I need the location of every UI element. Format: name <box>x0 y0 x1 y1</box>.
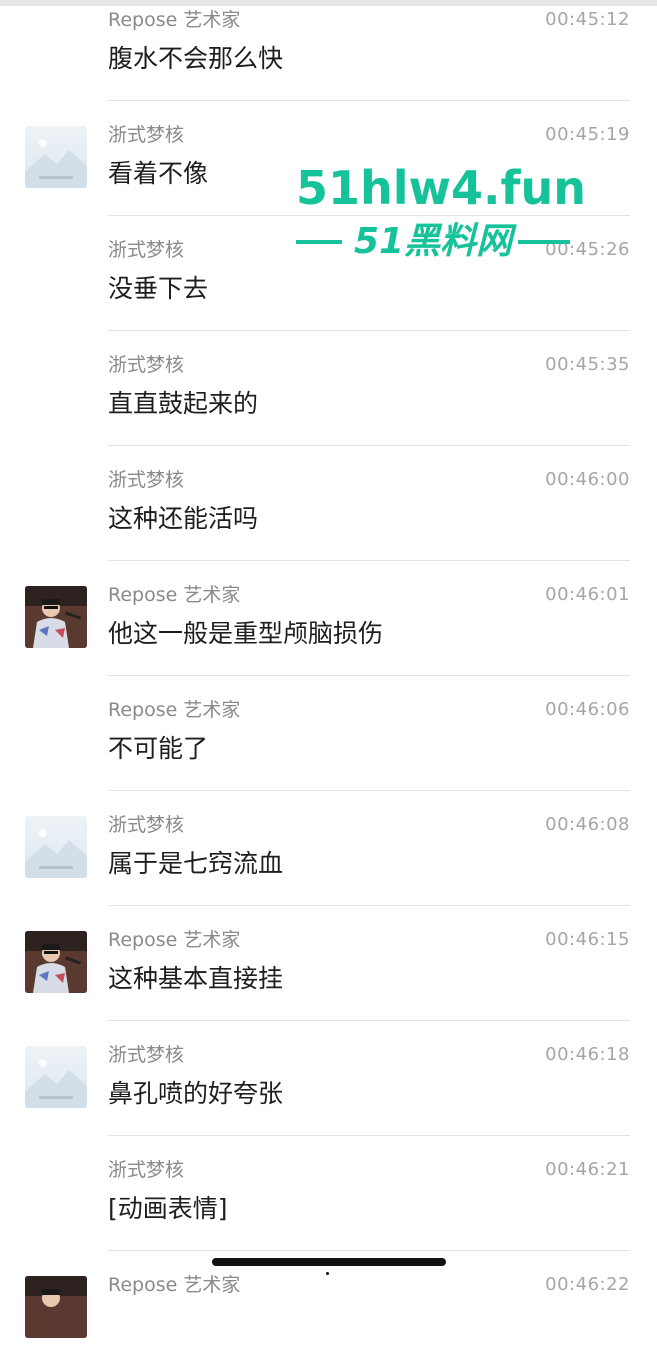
user-photo-avatar[interactable] <box>25 931 87 993</box>
message-time: 00:45:26 <box>545 239 630 260</box>
message-sender: Repose 艺术家 <box>108 584 241 606</box>
message-text[interactable]: 鼻孔喷的好夸张 <box>108 1077 283 1111</box>
message-time: 00:46:18 <box>545 1044 630 1065</box>
placeholder-image-icon[interactable] <box>25 126 87 188</box>
chat-message[interactable]: Repose 艺术家 00:45:12 腹水不会那么快 <box>0 0 657 101</box>
message-time: 00:46:22 <box>545 1274 630 1295</box>
message-text[interactable]: [动画表情] <box>108 1192 228 1226</box>
message-time: 00:46:00 <box>545 469 630 490</box>
message-sender: 浙式梦核 <box>108 1044 185 1066</box>
message-time: 00:46:08 <box>545 814 630 835</box>
chat-message[interactable]: Repose 艺术家 00:46:06 不可能了 <box>0 676 657 791</box>
message-sender: Repose 艺术家 <box>108 1274 241 1296</box>
message-text[interactable]: 腹水不会那么快 <box>108 42 283 76</box>
chat-message[interactable]: Repose 艺术家 00:46:15 这种基本直接挂 <box>0 906 657 1021</box>
message-sender: Repose 艺术家 <box>108 9 241 31</box>
message-time: 00:46:06 <box>545 699 630 720</box>
user-photo-avatar[interactable] <box>25 1276 87 1338</box>
message-time: 00:46:21 <box>545 1159 630 1180</box>
message-text[interactable]: 这种基本直接挂 <box>108 962 283 996</box>
message-time: 00:45:19 <box>545 124 630 145</box>
placeholder-image-icon[interactable] <box>25 1046 87 1108</box>
message-text[interactable]: 不可能了 <box>108 732 208 766</box>
message-sender: 浙式梦核 <box>108 124 185 146</box>
message-time: 00:46:01 <box>545 584 630 605</box>
message-sender: Repose 艺术家 <box>108 929 241 951</box>
chat-message[interactable]: Repose 艺术家 00:46:01 他这一般是重型颅脑损伤 <box>0 561 657 676</box>
page-dot-indicator <box>326 1272 329 1275</box>
chat-message[interactable]: 浙式梦核 00:46:08 属于是七窍流血 <box>0 791 657 906</box>
message-sender: 浙式梦核 <box>108 239 185 261</box>
message-text[interactable]: 没垂下去 <box>108 272 208 306</box>
home-indicator[interactable] <box>212 1258 446 1266</box>
message-text[interactable]: 直直鼓起来的 <box>108 387 258 421</box>
message-sender: 浙式梦核 <box>108 814 185 836</box>
placeholder-image-icon[interactable] <box>25 816 87 878</box>
message-sender: 浙式梦核 <box>108 469 185 491</box>
chat-message[interactable]: 浙式梦核 00:46:18 鼻孔喷的好夸张 <box>0 1021 657 1136</box>
chat-message[interactable]: Repose 艺术家 00:46:22 <box>0 1251 657 1366</box>
chat-message[interactable]: 浙式梦核 00:45:26 没垂下去 <box>0 216 657 331</box>
message-text[interactable]: 这种还能活吗 <box>108 502 258 536</box>
chat-message[interactable]: 浙式梦核 00:46:21 [动画表情] <box>0 1136 657 1251</box>
chat-message[interactable]: 浙式梦核 00:45:35 直直鼓起来的 <box>0 331 657 446</box>
chat-message[interactable]: 浙式梦核 00:45:19 看着不像 <box>0 101 657 216</box>
message-time: 00:46:15 <box>545 929 630 950</box>
user-photo-avatar[interactable] <box>25 586 87 648</box>
message-text[interactable]: 他这一般是重型颅脑损伤 <box>108 617 383 651</box>
message-text[interactable]: 属于是七窍流血 <box>108 847 283 881</box>
message-sender: 浙式梦核 <box>108 1159 185 1181</box>
chat-message[interactable]: 浙式梦核 00:46:00 这种还能活吗 <box>0 446 657 561</box>
message-time: 00:45:35 <box>545 354 630 375</box>
message-sender: 浙式梦核 <box>108 354 185 376</box>
message-sender: Repose 艺术家 <box>108 699 241 721</box>
message-text[interactable]: 看着不像 <box>108 157 208 191</box>
message-time: 00:45:12 <box>545 9 630 30</box>
